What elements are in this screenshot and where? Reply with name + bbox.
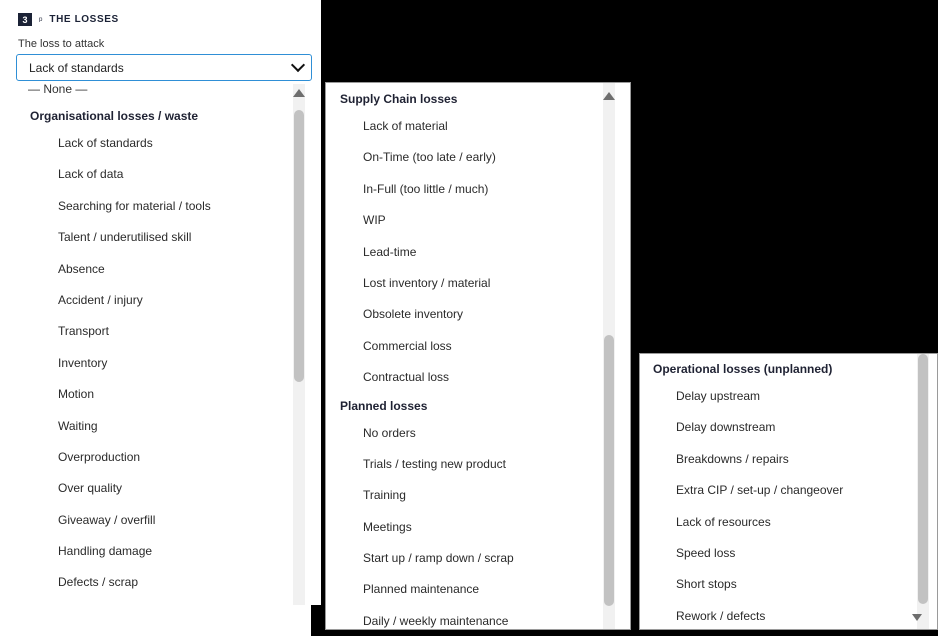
loss-field-label: The loss to attack bbox=[18, 38, 105, 50]
pin-icon: ᵖ bbox=[39, 14, 43, 25]
dropdown-option[interactable]: Short stops bbox=[640, 569, 937, 600]
dropdown-option[interactable]: In-Full (too little / much) bbox=[326, 174, 630, 205]
dropdown-option[interactable]: Lead-time bbox=[326, 237, 630, 268]
dropdown-option[interactable]: Trials / testing new product bbox=[326, 449, 630, 480]
group-header-operational: Operational losses (unplanned) bbox=[653, 362, 833, 376]
step-number-badge: 3 bbox=[18, 13, 32, 26]
dropdown-option[interactable]: Lack of material bbox=[326, 111, 630, 142]
dropdown-option[interactable]: Absence bbox=[0, 254, 321, 285]
dropdown-option[interactable]: Defects / scrap bbox=[0, 567, 321, 598]
step-header: 3 ᵖ THE LOSSES bbox=[18, 13, 119, 26]
panel-bottom-strip bbox=[0, 605, 311, 636]
dropdown-option[interactable]: Breakdowns / repairs bbox=[640, 444, 937, 475]
scrollbar-thumb[interactable] bbox=[918, 354, 928, 604]
dropdown-option[interactable]: Lack of resources bbox=[640, 507, 937, 538]
dropdown-option[interactable]: Giveaway / overfill bbox=[0, 505, 321, 536]
dropdown-option[interactable]: Searching for material / tools bbox=[0, 191, 321, 222]
dropdown-option[interactable]: Waiting bbox=[0, 411, 321, 442]
dropdown-option[interactable]: Speed loss bbox=[640, 538, 937, 569]
dropdown-option[interactable]: On-Time (too late / early) bbox=[326, 142, 630, 173]
step-title: THE LOSSES bbox=[49, 14, 119, 25]
dropdown-option[interactable]: Lack of data bbox=[0, 159, 321, 190]
dropdown-option[interactable]: Motion bbox=[0, 379, 321, 410]
dropdown-option[interactable]: Training bbox=[326, 480, 630, 511]
dropdown-option[interactable]: Meetings bbox=[326, 512, 630, 543]
dropdown-list-organisational: Organisational losses / waste Lack of st… bbox=[0, 104, 321, 599]
dropdown-list-operational: Operational losses (unplanned) Delay ups… bbox=[640, 357, 937, 629]
scroll-up-arrow-icon[interactable] bbox=[603, 92, 615, 100]
dropdown-option[interactable]: Start up / ramp down / scrap bbox=[326, 543, 630, 574]
scrollbar[interactable] bbox=[603, 83, 615, 629]
dropdown-option[interactable]: Contractual loss bbox=[326, 362, 630, 393]
scroll-down-arrow-icon[interactable] bbox=[912, 614, 922, 621]
dropdown-panel-supply-planned: Supply Chain losses Lack of material On-T… bbox=[325, 82, 631, 630]
dropdown-option[interactable]: WIP bbox=[326, 205, 630, 236]
dropdown-option[interactable]: Accident / injury bbox=[0, 285, 321, 316]
watermark: leanthecompany.com bbox=[772, 607, 918, 623]
dropdown-option[interactable]: Delay upstream bbox=[640, 381, 937, 412]
scrollbar-thumb[interactable] bbox=[294, 110, 304, 382]
scrollbar[interactable] bbox=[293, 84, 305, 605]
dropdown-option[interactable]: Overproduction bbox=[0, 442, 321, 473]
scrollbar-thumb[interactable] bbox=[604, 335, 614, 606]
scrollbar[interactable] bbox=[917, 354, 929, 629]
loss-select-value: Lack of standards bbox=[29, 60, 124, 75]
dropdown-option[interactable]: Lost inventory / material bbox=[326, 268, 630, 299]
losses-form-panel: 3 ᵖ THE LOSSES The loss to attack Lack o… bbox=[0, 0, 321, 605]
group-header-supply-chain: Supply Chain losses bbox=[340, 92, 458, 106]
dropdown-option[interactable]: Over quality bbox=[0, 473, 321, 504]
dropdown-option[interactable]: Daily / weekly maintenance bbox=[326, 606, 630, 629]
dropdown-option[interactable]: Obsolete inventory bbox=[326, 299, 630, 330]
dropdown-option[interactable]: Extra CIP / set-up / changeover bbox=[640, 475, 937, 506]
dropdown-option[interactable]: Handling damage bbox=[0, 536, 321, 567]
dropdown-option[interactable]: Commercial loss bbox=[326, 331, 630, 362]
chevron-down-icon[interactable] bbox=[290, 57, 306, 73]
dropdown-option[interactable]: Delay downstream bbox=[640, 412, 937, 443]
dropdown-option[interactable]: Transport bbox=[0, 316, 321, 347]
group-header-organisational: Organisational losses / waste bbox=[30, 109, 199, 123]
dropdown-option[interactable]: Talent / underutilised skill bbox=[0, 222, 321, 253]
dropdown-list-supply-planned: Supply Chain losses Lack of material On-T… bbox=[326, 87, 630, 629]
dropdown-option[interactable]: No orders bbox=[326, 418, 630, 449]
dropdown-option[interactable]: Planned maintenance bbox=[326, 574, 630, 605]
loss-select[interactable]: Lack of standards bbox=[16, 54, 312, 81]
group-header-planned: Planned losses bbox=[340, 398, 428, 413]
dropdown-option[interactable]: Lack of standards bbox=[0, 128, 321, 159]
dropdown-panel-operational: Operational losses (unplanned) Delay ups… bbox=[639, 353, 938, 630]
dropdown-option-none[interactable]: — None — bbox=[28, 82, 87, 96]
scroll-up-arrow-icon[interactable] bbox=[293, 89, 305, 97]
dropdown-option[interactable]: Inventory bbox=[0, 348, 321, 379]
